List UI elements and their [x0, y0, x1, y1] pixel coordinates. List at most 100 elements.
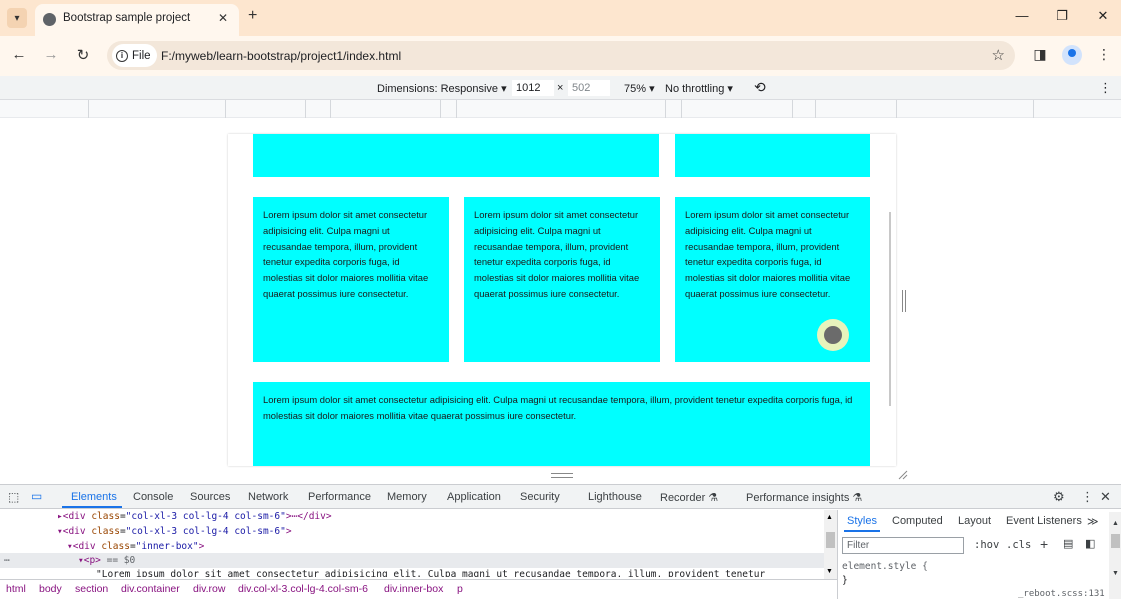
tab-recorder[interactable]: Recorder ⚗ — [660, 491, 718, 504]
close-window-button[interactable]: ✕ — [1093, 8, 1113, 24]
tab-sources[interactable]: Sources — [190, 491, 230, 503]
browser-tab[interactable]: Bootstrap sample project ✕ — [35, 4, 239, 36]
height-input[interactable]: 502 — [568, 80, 610, 96]
styles-filter-input[interactable]: Filter — [842, 537, 964, 554]
dom-node-row-selected[interactable]: ▾<p> == $0 — [78, 555, 135, 566]
address-bar[interactable]: i File F:/myweb/learn-bootstrap/project1… — [107, 41, 1015, 70]
computed-sidebar-icon[interactable]: ◧ — [1085, 537, 1095, 550]
tag-open: ▾<div — [57, 526, 92, 537]
width-input[interactable]: 1012 — [512, 80, 554, 96]
times-sign: × — [557, 82, 564, 94]
media-query-ruler[interactable] — [0, 100, 1121, 118]
page-scrollbar[interactable] — [889, 212, 891, 406]
inner-box-top-right — [675, 134, 870, 177]
breadcrumb-item[interactable]: div.col-xl-3.col-lg-4.col-sm-6 — [238, 583, 368, 595]
attr-value: "col-xl-3 col-lg-4 col-sm-6" — [125, 511, 286, 522]
paint-brush-icon[interactable]: ▤ — [1063, 537, 1073, 550]
tab-computed[interactable]: Computed — [892, 515, 943, 527]
tab-performance-insights[interactable]: Performance insights ⚗ — [746, 491, 862, 504]
devtools-tabbar: ⬚ ▭ Elements Console Sources Network Per… — [0, 485, 1121, 509]
tab-memory[interactable]: Memory — [387, 491, 427, 503]
tab-network[interactable]: Network — [248, 491, 288, 503]
styles-scrollbar[interactable]: ▲ ▼ — [1109, 512, 1121, 599]
dom-node-row[interactable]: ▸<div class="col-xl-3 col-lg-4 col-sm-6"… — [57, 511, 332, 522]
attr-name: class — [101, 541, 130, 552]
active-tab-underline — [62, 506, 122, 508]
dimensions-select[interactable]: Dimensions: Responsive ▾ — [377, 82, 507, 95]
restore-button[interactable]: ❐ — [1052, 8, 1072, 24]
resize-handle-right[interactable] — [902, 290, 906, 312]
tab-layout[interactable]: Layout — [958, 515, 991, 527]
box-paragraph: Lorem ipsum dolor sit amet consectetur a… — [685, 209, 851, 299]
element-style-selector: element.style { — [842, 561, 928, 572]
element-style-rule[interactable]: element.style { } — [842, 560, 928, 588]
inner-box-wide: Lorem ipsum dolor sit amet consectetur a… — [253, 382, 870, 466]
tab-styles[interactable]: Styles — [847, 515, 877, 527]
device-more-icon[interactable]: ⋮ — [1099, 80, 1112, 96]
device-toggle-icon[interactable]: ▭ — [31, 489, 42, 503]
devtools-more-icon[interactable]: ⋮ — [1081, 489, 1094, 505]
dom-node-row[interactable]: ▾<div class="col-xl-3 col-lg-4 col-sm-6"… — [57, 526, 292, 537]
resize-handle-bottom[interactable] — [551, 473, 573, 478]
minimize-button[interactable]: — — [1012, 8, 1032, 23]
breadcrumb-item[interactable]: div.container — [121, 583, 180, 595]
tag-close: > — [198, 541, 205, 552]
node-dots[interactable]: ⋯ — [4, 555, 10, 566]
breadcrumb-item[interactable]: p — [457, 583, 463, 595]
tag-open: ▾<p> — [78, 555, 101, 566]
hov-toggle[interactable]: :hov — [974, 539, 999, 551]
site-info-chip[interactable]: i File — [112, 44, 157, 67]
breadcrumb-item[interactable]: div.row — [193, 583, 225, 595]
back-arrow-icon[interactable]: ← — [9, 46, 29, 63]
new-style-rule-icon[interactable]: + — [1040, 536, 1048, 552]
more-tabs-icon[interactable]: ≫ — [1087, 515, 1099, 528]
tab-application[interactable]: Application — [447, 491, 501, 503]
breadcrumb-item[interactable]: div.inner-box — [384, 583, 443, 595]
rotate-icon[interactable]: ⟲ — [754, 79, 766, 96]
tag-open: ▸<div — [57, 511, 92, 522]
profile-avatar-icon[interactable] — [1062, 45, 1082, 65]
throttling-select[interactable]: No throttling ▾ — [665, 82, 733, 95]
dom-node-row[interactable]: ▾<div class="inner-box"> — [67, 541, 204, 552]
tab-event-listeners[interactable]: Event Listeners — [1006, 515, 1082, 527]
settings-gear-icon[interactable]: ⚙ — [1053, 489, 1065, 505]
info-icon: i — [116, 49, 128, 62]
tab-security[interactable]: Security — [520, 491, 560, 503]
box-paragraph: Lorem ipsum dolor sit amet consectetur a… — [263, 209, 429, 299]
tag-close: > — [285, 526, 292, 537]
bookmark-star-icon[interactable]: ☆ — [992, 46, 1005, 64]
tab-lighthouse[interactable]: Lighthouse — [588, 491, 642, 503]
tab-search-chevron-icon[interactable]: ▾ — [7, 8, 27, 28]
url-text[interactable]: F:/myweb/learn-bootstrap/project1/index.… — [161, 49, 401, 63]
elements-scrollbar[interactable]: ▲ ▼ — [824, 510, 837, 580]
forward-arrow-icon[interactable]: → — [41, 46, 61, 63]
styles-tab-underline — [844, 530, 880, 532]
side-panel-icon[interactable]: ◨ — [1030, 46, 1050, 63]
reload-icon[interactable]: ↻ — [73, 46, 93, 64]
tab-close-icon[interactable]: ✕ — [215, 11, 231, 25]
inner-box-2: Lorem ipsum dolor sit amet consectetur a… — [464, 197, 660, 362]
styles-pane: Styles Computed Layout Event Listeners ≫… — [837, 510, 1121, 599]
attr-name: class — [91, 526, 120, 537]
box-paragraph: Lorem ipsum dolor sit amet consectetur a… — [474, 209, 640, 299]
browser-menu-icon[interactable]: ⋮ — [1094, 46, 1114, 63]
zoom-select[interactable]: 75% ▾ — [624, 82, 655, 95]
inspect-element-icon[interactable]: ⬚ — [8, 490, 19, 504]
devtools-close-icon[interactable]: ✕ — [1100, 489, 1111, 505]
text-node-row[interactable]: "Lorem ipsum dolor sit amet consectetur … — [96, 569, 765, 577]
breadcrumb-item[interactable]: html — [6, 583, 26, 595]
tab-elements[interactable]: Elements — [71, 491, 117, 503]
dollar-zero: == $0 — [100, 555, 136, 566]
tab-performance[interactable]: Performance — [308, 491, 371, 503]
resize-corner-icon[interactable] — [898, 470, 908, 480]
tab-title: Bootstrap sample project — [63, 12, 191, 24]
breadcrumb: html body section div.container div.row … — [0, 579, 837, 599]
tab-console[interactable]: Console — [133, 491, 173, 503]
breadcrumb-item[interactable]: section — [75, 583, 108, 595]
file-label: File — [132, 49, 151, 62]
title-bar: ▾ Bootstrap sample project ✕ + — ❐ ✕ — [0, 0, 1121, 36]
new-tab-button[interactable]: + — [248, 7, 257, 25]
breadcrumb-item[interactable]: body — [39, 583, 62, 595]
devtools-panel: ⬚ ▭ Elements Console Sources Network Per… — [0, 484, 1121, 599]
cls-toggle[interactable]: .cls — [1006, 539, 1031, 551]
